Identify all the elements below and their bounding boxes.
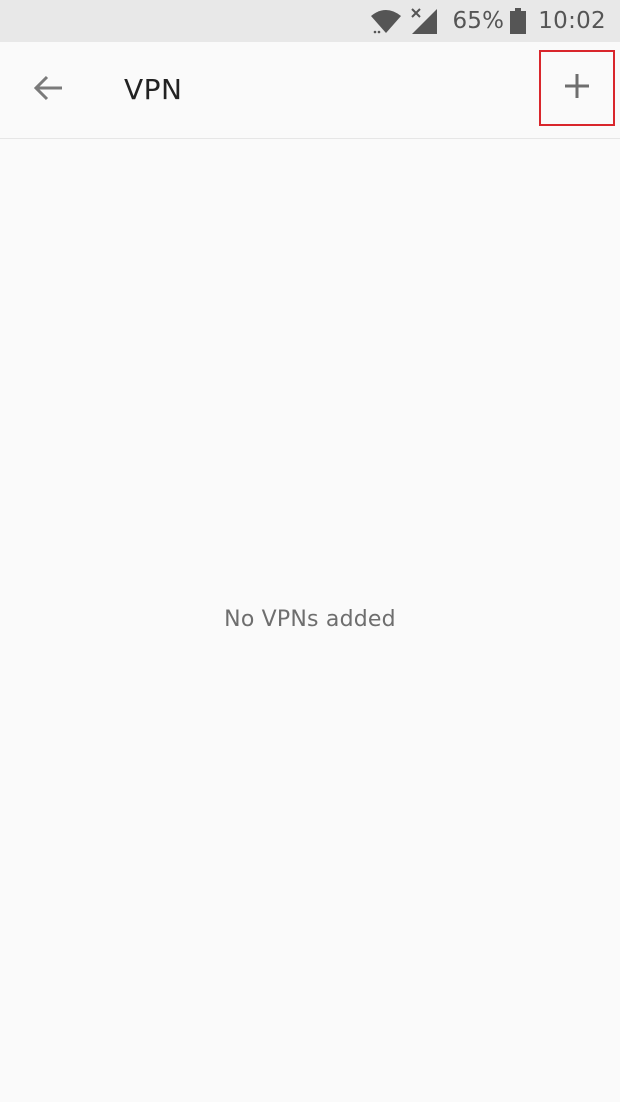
signal-icon xyxy=(410,7,438,35)
vpn-list-area: No VPNs added xyxy=(0,139,620,1102)
wifi-icon xyxy=(370,7,402,35)
back-button[interactable] xyxy=(20,62,76,118)
empty-state-message: No VPNs added xyxy=(224,607,396,632)
app-toolbar: VPN xyxy=(0,42,620,139)
plus-icon xyxy=(563,72,591,104)
add-vpn-button[interactable] xyxy=(539,50,615,126)
battery-icon xyxy=(510,8,527,34)
status-icons: 65% 10:02 xyxy=(370,0,606,42)
battery-percent: 65% xyxy=(452,8,505,34)
page-title: VPN xyxy=(124,73,183,106)
arrow-left-icon xyxy=(32,74,64,106)
status-bar: 65% 10:02 xyxy=(0,0,620,42)
clock-time: 10:02 xyxy=(538,8,606,34)
